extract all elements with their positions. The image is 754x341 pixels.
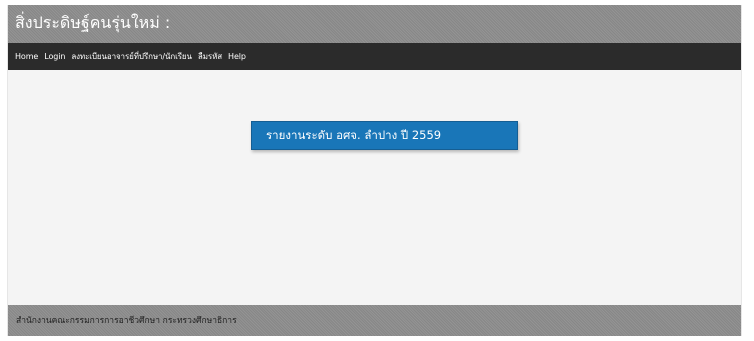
site-footer: สำนักงานคณะกรรมการการอาชีวศึกษา กระทรวงศ… — [8, 305, 741, 336]
page: สิ่งประดิษฐ์คนรุ่นใหม่ : Home Login ลงทะ… — [0, 0, 754, 341]
nav-item-home[interactable]: Home — [15, 52, 38, 61]
nav-item-login[interactable]: Login — [44, 52, 65, 61]
main-nav: Home Login ลงทะเบียนอาจารย์ที่ปรึกษา/นัก… — [8, 43, 741, 70]
report-button[interactable]: รายงานระดับ อศจ. ลำปาง ปี 2559 — [251, 121, 518, 150]
nav-list: Home Login ลงทะเบียนอาจารย์ที่ปรึกษา/นัก… — [15, 43, 246, 70]
nav-item-help[interactable]: Help — [228, 52, 246, 61]
site-header: สิ่งประดิษฐ์คนรุ่นใหม่ : — [8, 5, 741, 43]
site-frame: สิ่งประดิษฐ์คนรุ่นใหม่ : Home Login ลงทะ… — [7, 5, 742, 336]
footer-text: สำนักงานคณะกรรมการการอาชีวศึกษา กระทรวงศ… — [16, 316, 237, 326]
site-title[interactable]: สิ่งประดิษฐ์คนรุ่นใหม่ : — [15, 13, 170, 33]
main-content: รายงานระดับ อศจ. ลำปาง ปี 2559 — [8, 70, 741, 305]
nav-item-register[interactable]: ลงทะเบียนอาจารย์ที่ปรึกษา/นักเรียน — [71, 50, 192, 63]
nav-item-forgot-password[interactable]: ลืมรหัส — [198, 50, 222, 63]
